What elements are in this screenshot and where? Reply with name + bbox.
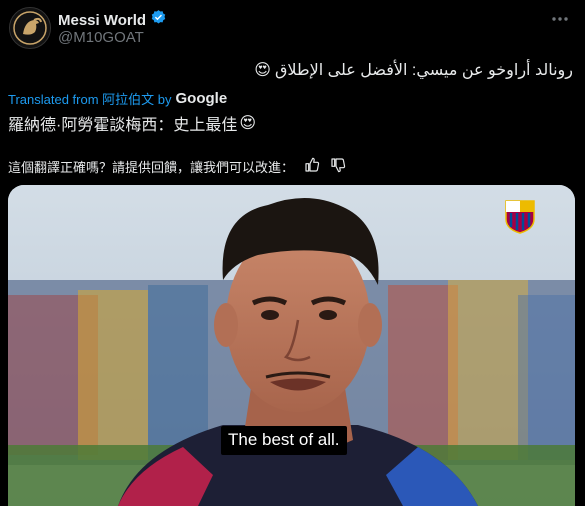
google-logo-icon: Google <box>175 90 228 107</box>
feedback-prompt: 這個翻譯正確嗎？請提供回饋，讓我們可以改進： <box>8 160 295 175</box>
post-header: Messi World @M10GOAT <box>8 6 578 50</box>
account-handle[interactable]: @M10GOAT <box>58 29 144 46</box>
more-icon[interactable] <box>550 9 570 34</box>
avatar-goat-icon <box>10 8 50 48</box>
heart-eyes-emoji: 😍 <box>239 115 257 132</box>
original-text: رونالد أراوخو عن ميسي: الأفضل على الإطلا… <box>274 62 573 79</box>
heart-eyes-emoji: 😍 <box>254 62 271 79</box>
player-portrait-image <box>8 185 575 506</box>
avatar[interactable] <box>9 7 51 49</box>
account-name[interactable]: Messi World <box>58 12 146 29</box>
video-caption: The best of all. <box>221 426 347 455</box>
translation-feedback: 這個翻譯正確嗎？請提供回饋，讓我們可以改進： <box>8 157 346 176</box>
translation-text: 羅納德·阿勞霍談梅西：史上最佳 <box>8 117 238 134</box>
post-video-thumbnail[interactable] <box>8 185 575 506</box>
account-name-row[interactable]: Messi World <box>58 9 167 31</box>
thumbs-down-icon[interactable] <box>330 157 346 176</box>
original-post-text: رونالد أراوخو عن ميسي: الأفضل على الإطلا… <box>254 60 573 80</box>
translation-attribution[interactable]: Translated from 阿拉伯文 by Google <box>8 89 227 108</box>
fc-barcelona-crest-icon <box>505 200 535 234</box>
thumbs-up-icon[interactable] <box>304 157 320 176</box>
translated-post-text: 羅納德·阿勞霍談梅西：史上最佳 😍 <box>8 111 256 135</box>
translated-from-label[interactable]: Translated from 阿拉伯文 by <box>8 89 172 108</box>
verified-badge-icon <box>150 9 167 31</box>
